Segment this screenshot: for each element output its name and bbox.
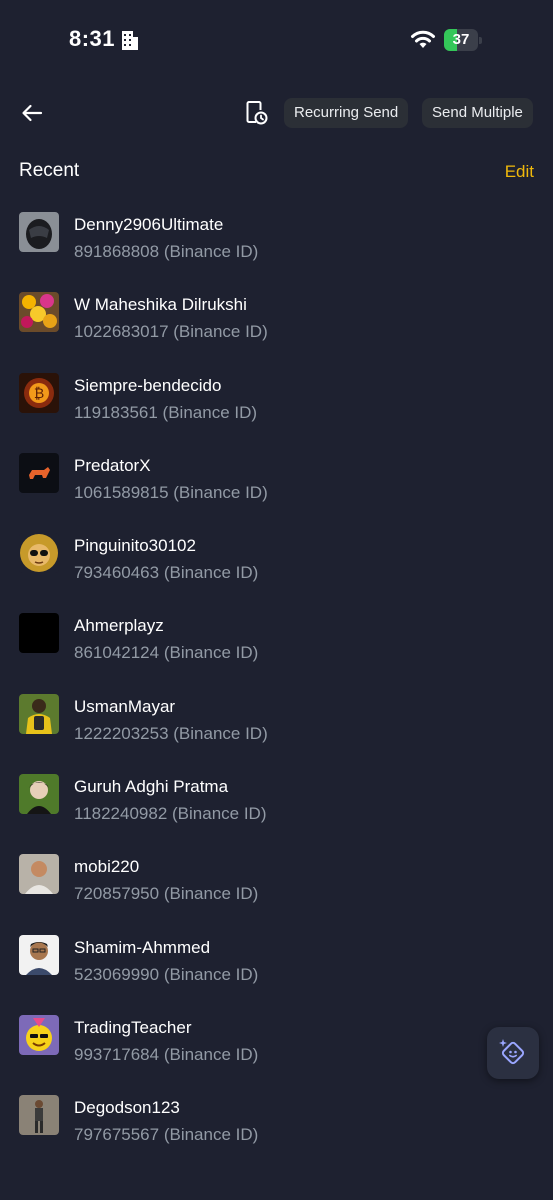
contact-binance-id: 797675567 (Binance ID) <box>74 1125 259 1145</box>
avatar <box>19 1014 59 1055</box>
contact-binance-id: 1061589815 (Binance ID) <box>74 482 268 502</box>
avatar <box>19 1095 59 1136</box>
wifi-icon <box>411 30 435 48</box>
contact-row[interactable]: ₿ Siempre-bendecido 119183561 (Binance I… <box>0 365 553 445</box>
arrow-left-icon <box>22 104 43 122</box>
top-toolbar: Recurring Send Send Multiple <box>0 90 553 136</box>
contact-name: W Maheshika Dilrukshi <box>74 295 247 315</box>
contact-binance-id: 720857950 (Binance ID) <box>74 884 259 904</box>
avatar <box>19 693 59 734</box>
contact-name: mobi220 <box>74 857 140 877</box>
edit-button[interactable]: Edit <box>505 162 534 182</box>
avatar <box>19 613 59 654</box>
contact-name: Degodson123 <box>74 1098 180 1118</box>
contact-name: PredatorX <box>74 455 151 475</box>
contact-name: Guruh Adghi Pratma <box>74 777 229 797</box>
contact-name: Ahmerplayz <box>74 616 164 636</box>
recent-contacts-list: Denny2906Ultimate 891868808 (Binance ID)… <box>0 204 553 1168</box>
avatar <box>19 292 59 333</box>
battery-indicator: 37 <box>444 29 482 51</box>
contact-name: Siempre-bendecido <box>74 375 222 395</box>
contact-binance-id: 861042124 (Binance ID) <box>74 643 259 663</box>
avatar: ₿ <box>19 372 59 413</box>
avatar <box>19 212 59 252</box>
history-button[interactable] <box>242 98 272 128</box>
svg-text:₿: ₿ <box>34 386 44 402</box>
status-time: 8:31 <box>69 26 116 51</box>
contact-name: Shamim-Ahmmed <box>74 937 211 957</box>
recurring-send-button[interactable]: Recurring Send <box>284 98 409 128</box>
battery-percent: 37 <box>452 31 470 48</box>
contact-binance-id: 793460463 (Binance ID) <box>74 563 259 583</box>
section-title: Recent <box>19 160 80 181</box>
avatar <box>19 934 59 975</box>
contact-name: Pinguinito30102 <box>74 536 196 556</box>
contact-row[interactable]: Degodson123 797675567 (Binance ID) <box>0 1087 553 1167</box>
contact-binance-id: 1022683017 (Binance ID) <box>74 322 268 342</box>
contact-binance-id: 1182240982 (Binance ID) <box>74 804 267 824</box>
contact-row[interactable]: Ahmerplayz 861042124 (Binance ID) <box>0 605 553 685</box>
contact-binance-id: 119183561 (Binance ID) <box>74 402 258 422</box>
avatar <box>19 533 59 574</box>
avatar <box>19 774 59 815</box>
avatar <box>19 854 59 895</box>
contact-name: Denny2906Ultimate <box>74 215 224 234</box>
contact-binance-id: 523069990 (Binance ID) <box>74 964 259 984</box>
recent-header: Recent Edit <box>19 160 534 188</box>
status-bar: 8:31 37 <box>0 0 553 80</box>
contact-row[interactable]: Shamim-Ahmmed 523069990 (Binance ID) <box>0 927 553 1007</box>
building-icon <box>122 31 138 50</box>
assistant-button[interactable] <box>487 1027 539 1079</box>
contact-name: UsmanMayar <box>74 696 176 716</box>
clock-document-icon <box>246 101 268 125</box>
contact-row[interactable]: mobi220 720857950 (Binance ID) <box>0 846 553 926</box>
contact-name: TradingTeacher <box>74 1017 192 1037</box>
contact-row[interactable]: W Maheshika Dilrukshi 1022683017 (Binanc… <box>0 284 553 364</box>
send-multiple-button[interactable]: Send Multiple <box>422 98 533 128</box>
sparkle-smile-icon <box>499 1039 525 1065</box>
back-button[interactable] <box>16 98 48 128</box>
contact-row[interactable]: Pinguinito30102 793460463 (Binance ID) <box>0 525 553 605</box>
contact-row[interactable]: Denny2906Ultimate 891868808 (Binance ID) <box>0 204 553 284</box>
contact-row[interactable]: Guruh Adghi Pratma 1182240982 (Binance I… <box>0 766 553 846</box>
contact-row[interactable]: TradingTeacher 993717684 (Binance ID) <box>0 1007 553 1087</box>
contact-binance-id: 891868808 (Binance ID) <box>74 242 259 261</box>
contact-binance-id: 1222203253 (Binance ID) <box>74 723 268 743</box>
contact-binance-id: 993717684 (Binance ID) <box>74 1044 259 1064</box>
avatar <box>19 452 59 493</box>
contact-row[interactable]: PredatorX 1061589815 (Binance ID) <box>0 445 553 525</box>
contact-row[interactable]: UsmanMayar 1222203253 (Binance ID) <box>0 686 553 766</box>
